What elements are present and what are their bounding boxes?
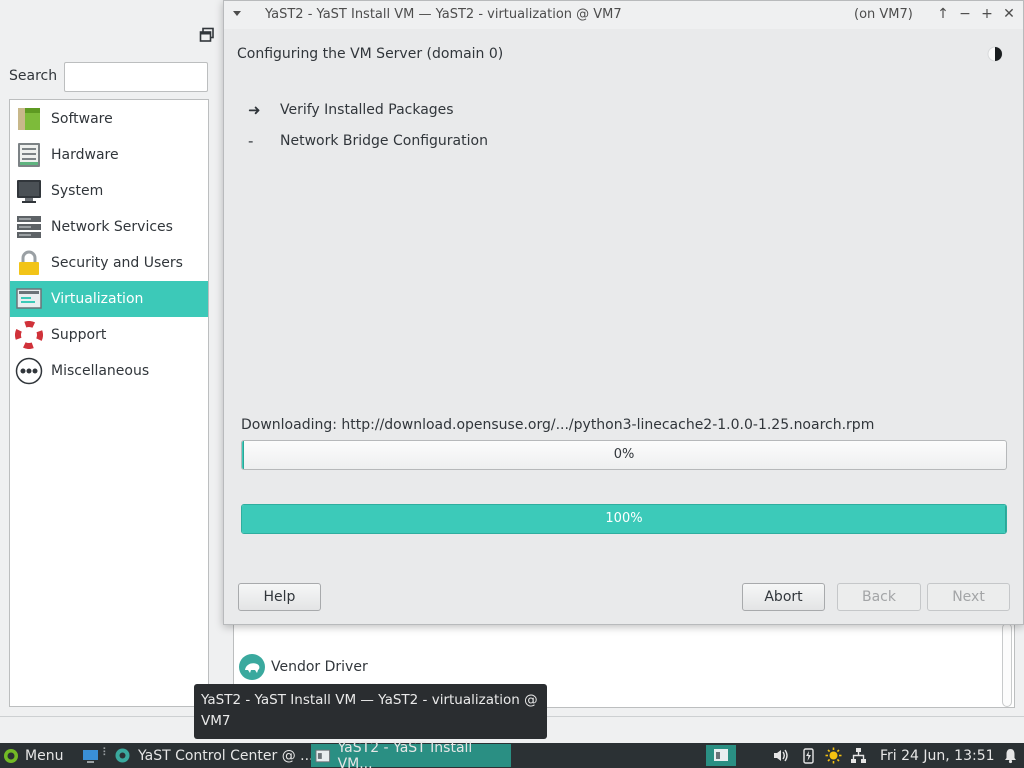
category-miscellaneous[interactable]: Miscellaneous <box>10 353 208 389</box>
lock-icon <box>19 250 39 275</box>
category-hardware[interactable]: Hardware <box>10 137 208 173</box>
lifebuoy-icon <box>15 321 43 349</box>
power-battery-icon[interactable] <box>800 747 817 764</box>
minimize-icon[interactable]: − <box>956 5 974 23</box>
step-current-arrow-icon: ➜ <box>248 101 261 119</box>
category-label: Virtualization <box>51 291 144 307</box>
category-label: Hardware <box>51 147 119 163</box>
total-progress-text: 100% <box>605 511 643 526</box>
search-input[interactable] <box>64 62 208 92</box>
category-virtualization[interactable]: Virtualization <box>10 281 208 317</box>
show-desktop-icon[interactable] <box>82 747 99 764</box>
category-security-and-users[interactable]: Security and Users <box>10 245 208 281</box>
next-button[interactable]: Next <box>927 583 1010 611</box>
yast-launcher-icon[interactable] <box>114 747 131 764</box>
download-label: Downloading: http://download.opensuse.or… <box>241 417 875 433</box>
category-label: Miscellaneous <box>51 363 150 379</box>
launcher-separator-icon: ⠇ <box>102 746 111 759</box>
virtualization-icon <box>16 288 42 309</box>
step-network-bridge: - Network Bridge Configuration <box>248 132 488 150</box>
step-verify-packages: ➜ Verify Installed Packages <box>248 101 454 119</box>
help-toggle-icon[interactable] <box>986 45 1004 63</box>
category-network-services[interactable]: Network Services <box>10 209 208 245</box>
workspace-switcher-icon[interactable] <box>706 745 736 766</box>
module-label: Vendor Driver <box>271 659 368 675</box>
task-control-center[interactable]: YaST Control Center @ ... <box>134 744 318 767</box>
more-dots-icon <box>15 357 43 385</box>
module-vendor-driver[interactable]: Vendor Driver <box>238 653 368 681</box>
total-progress-bar: 100% <box>241 504 1007 534</box>
software-package-icon <box>18 108 40 130</box>
close-icon[interactable]: ✕ <box>1000 5 1018 23</box>
yast-window-icon <box>315 749 331 762</box>
clock-text: Fri 24 Jun, 13:51 <box>880 747 995 764</box>
dialog-title: YaST2 - YaST Install VM — YaST2 - virtua… <box>265 7 622 22</box>
distro-logo-icon <box>4 748 18 763</box>
category-label: Security and Users <box>51 255 183 271</box>
notification-bell-icon[interactable] <box>1002 747 1019 764</box>
taskbar-tooltip: YaST2 - YaST Install VM — YaST2 - virtua… <box>194 684 547 739</box>
hardware-icon <box>18 143 40 167</box>
restore-window-icon[interactable] <box>199 27 215 43</box>
back-button[interactable]: Back <box>837 583 921 611</box>
category-software[interactable]: Software <box>10 101 208 137</box>
step-label: Network Bridge Configuration <box>280 133 488 149</box>
start-menu-label: Menu <box>25 747 64 764</box>
category-list: Software Hardware System Network Service… <box>9 99 209 707</box>
maximize-icon[interactable]: + <box>978 5 996 23</box>
category-label: Software <box>51 111 113 127</box>
category-label: System <box>51 183 104 199</box>
network-server-icon <box>17 216 41 238</box>
volume-icon[interactable] <box>772 747 789 764</box>
download-progress-bar: 0% <box>241 440 1007 470</box>
abort-button[interactable]: Abort <box>742 583 825 611</box>
task-label: YaST Control Center @ ... <box>138 747 314 764</box>
dialog-host: (on VM7) <box>854 7 913 22</box>
module-list-scrollbar[interactable] <box>1002 623 1012 707</box>
download-progress-text: 0% <box>613 447 635 462</box>
search-label: Search <box>9 68 58 84</box>
updates-sun-icon[interactable] <box>825 747 842 764</box>
category-label: Network Services <box>51 219 173 235</box>
help-button[interactable]: Help <box>238 583 321 611</box>
category-support[interactable]: Support <box>10 317 208 353</box>
network-icon[interactable] <box>850 747 867 764</box>
step-pending-dash-icon: - <box>248 132 254 150</box>
category-label: Support <box>51 327 107 343</box>
taskbar: Menu ⠇ YaST Control Center @ ... YaST2 -… <box>0 740 1024 768</box>
task-install-vm[interactable]: YaST2 - YaST Install VM... <box>311 740 511 768</box>
system-monitor-icon <box>17 180 41 203</box>
dialog-titlebar[interactable]: YaST2 - YaST Install VM — YaST2 - virtua… <box>224 1 1023 29</box>
category-system[interactable]: System <box>10 173 208 209</box>
task-label: YaST2 - YaST Install VM... <box>337 739 473 768</box>
keep-above-icon[interactable]: ↑ <box>934 5 952 23</box>
window-menu-icon[interactable] <box>233 11 241 16</box>
clock[interactable]: Fri 24 Jun, 13:51 <box>880 743 995 768</box>
step-label: Verify Installed Packages <box>280 102 454 118</box>
dialog-heading: Configuring the VM Server (domain 0) <box>237 46 504 62</box>
start-menu-button[interactable]: Menu <box>3 743 63 768</box>
opensuse-chameleon-icon <box>239 654 265 680</box>
install-vm-dialog: YaST2 - YaST Install VM — YaST2 - virtua… <box>223 0 1024 625</box>
